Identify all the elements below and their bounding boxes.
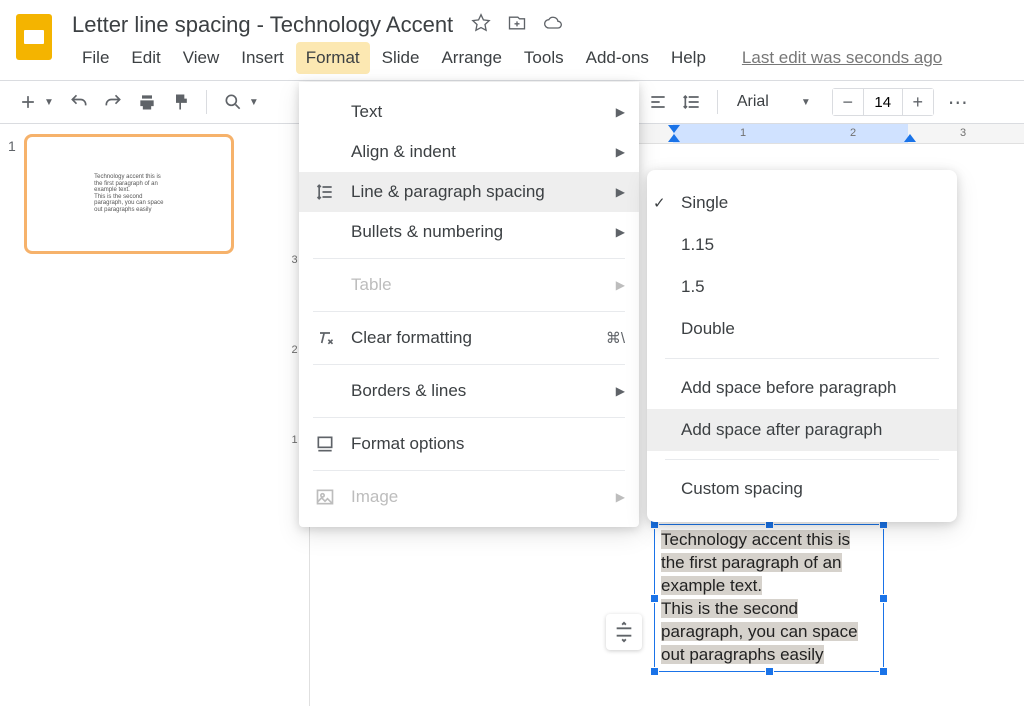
new-slide-button[interactable]: ▼ bbox=[12, 87, 60, 117]
line-spacing-icon bbox=[313, 182, 337, 202]
textbox-text[interactable]: paragraph, you can space bbox=[661, 622, 858, 641]
format-bullets-item[interactable]: Bullets & numbering▶ bbox=[299, 212, 639, 252]
menu-arrange[interactable]: Arrange bbox=[431, 42, 511, 74]
image-icon bbox=[313, 487, 337, 507]
app-header: Letter line spacing - Technology Accent … bbox=[0, 0, 1024, 74]
move-icon[interactable] bbox=[507, 13, 527, 38]
spacing-15-item[interactable]: 1.5 bbox=[647, 266, 957, 308]
menu-divider bbox=[313, 258, 625, 259]
menu-help[interactable]: Help bbox=[661, 42, 716, 74]
format-borders-item[interactable]: Borders & lines▶ bbox=[299, 371, 639, 411]
resize-handle[interactable] bbox=[650, 594, 659, 603]
undo-button[interactable] bbox=[64, 87, 94, 117]
menu-divider bbox=[665, 358, 939, 359]
clear-format-icon bbox=[313, 328, 337, 348]
font-family-dropdown[interactable]: Arial▼ bbox=[728, 87, 820, 117]
format-dropdown: Text▶ Align & indent▶ Line & paragraph s… bbox=[299, 82, 639, 527]
last-edit-link[interactable]: Last edit was seconds ago bbox=[742, 48, 942, 68]
resize-handle[interactable] bbox=[650, 667, 659, 676]
more-toolbar-button[interactable]: ⋯ bbox=[948, 90, 970, 115]
menu-format[interactable]: Format bbox=[296, 42, 370, 74]
format-options-item[interactable]: Format options bbox=[299, 424, 639, 464]
spacing-115-item[interactable]: 1.15 bbox=[647, 224, 957, 266]
line-spacing-button[interactable] bbox=[677, 87, 707, 117]
menu-insert[interactable]: Insert bbox=[231, 42, 294, 74]
zoom-button[interactable]: ▼ bbox=[217, 87, 265, 117]
toolbar-separator bbox=[717, 90, 718, 114]
textbox-text[interactable]: the first paragraph of an bbox=[661, 553, 842, 572]
menu-view[interactable]: View bbox=[173, 42, 230, 74]
spacing-single-item[interactable]: ✓Single bbox=[647, 182, 957, 224]
indent-left-marker-icon[interactable] bbox=[667, 124, 681, 147]
font-size-decrease[interactable]: − bbox=[833, 89, 863, 115]
textbox-text[interactable]: example text. bbox=[661, 576, 762, 595]
resize-handle[interactable] bbox=[879, 594, 888, 603]
menu-bar: File Edit View Insert Format Slide Arran… bbox=[72, 42, 1012, 74]
align-button[interactable] bbox=[643, 87, 673, 117]
menu-divider bbox=[665, 459, 939, 460]
spacing-after-item[interactable]: Add space after paragraph bbox=[647, 409, 957, 451]
document-title[interactable]: Letter line spacing - Technology Accent bbox=[72, 12, 453, 38]
menu-edit[interactable]: Edit bbox=[121, 42, 170, 74]
format-align-indent-item[interactable]: Align & indent▶ bbox=[299, 132, 639, 172]
resize-handle[interactable] bbox=[765, 667, 774, 676]
indent-right-marker-icon[interactable] bbox=[903, 124, 917, 147]
font-size-increase[interactable]: + bbox=[903, 89, 933, 115]
print-button[interactable] bbox=[132, 87, 162, 117]
format-options-icon bbox=[313, 434, 337, 454]
slide-panel: 1 Technology accent this is the first pa… bbox=[0, 124, 280, 706]
menu-addons[interactable]: Add-ons bbox=[576, 42, 659, 74]
textbox-text[interactable]: out paragraphs easily bbox=[661, 645, 824, 664]
textbox-text[interactable]: This is the second bbox=[661, 599, 798, 618]
menu-file[interactable]: File bbox=[72, 42, 119, 74]
resize-handle[interactable] bbox=[879, 667, 888, 676]
fit-text-button[interactable] bbox=[606, 614, 642, 650]
menu-tools[interactable]: Tools bbox=[514, 42, 574, 74]
slides-logo-icon bbox=[12, 8, 56, 64]
menu-slide[interactable]: Slide bbox=[372, 42, 430, 74]
slide-thumbnail[interactable]: Technology accent this is the first para… bbox=[24, 134, 234, 254]
menu-divider bbox=[313, 417, 625, 418]
cloud-icon[interactable] bbox=[543, 13, 563, 38]
paint-format-button[interactable] bbox=[166, 87, 196, 117]
line-spacing-submenu: ✓Single 1.15 1.5 Double Add space before… bbox=[647, 170, 957, 522]
star-icon[interactable] bbox=[471, 13, 491, 38]
menu-divider bbox=[313, 311, 625, 312]
font-size-group: − + bbox=[832, 88, 934, 116]
font-size-input[interactable] bbox=[863, 89, 903, 115]
redo-button[interactable] bbox=[98, 87, 128, 117]
check-icon: ✓ bbox=[653, 194, 673, 212]
format-line-spacing-item[interactable]: Line & paragraph spacing▶ bbox=[299, 172, 639, 212]
spacing-before-item[interactable]: Add space before paragraph bbox=[647, 367, 957, 409]
slide-number: 1 bbox=[8, 134, 16, 254]
spacing-custom-item[interactable]: Custom spacing bbox=[647, 468, 957, 510]
format-image-item: Image▶ bbox=[299, 477, 639, 517]
spacing-double-item[interactable]: Double bbox=[647, 308, 957, 350]
format-clear-item[interactable]: Clear formatting⌘\ bbox=[299, 318, 639, 358]
format-table-item: Table▶ bbox=[299, 265, 639, 305]
selected-textbox[interactable]: Technology accent this is the first para… bbox=[654, 524, 884, 672]
title-area: Letter line spacing - Technology Accent … bbox=[72, 8, 1012, 74]
format-text-item[interactable]: Text▶ bbox=[299, 92, 639, 132]
toolbar-separator bbox=[206, 90, 207, 114]
menu-divider bbox=[313, 364, 625, 365]
menu-divider bbox=[313, 470, 625, 471]
textbox-text[interactable]: Technology accent this is bbox=[661, 530, 850, 549]
